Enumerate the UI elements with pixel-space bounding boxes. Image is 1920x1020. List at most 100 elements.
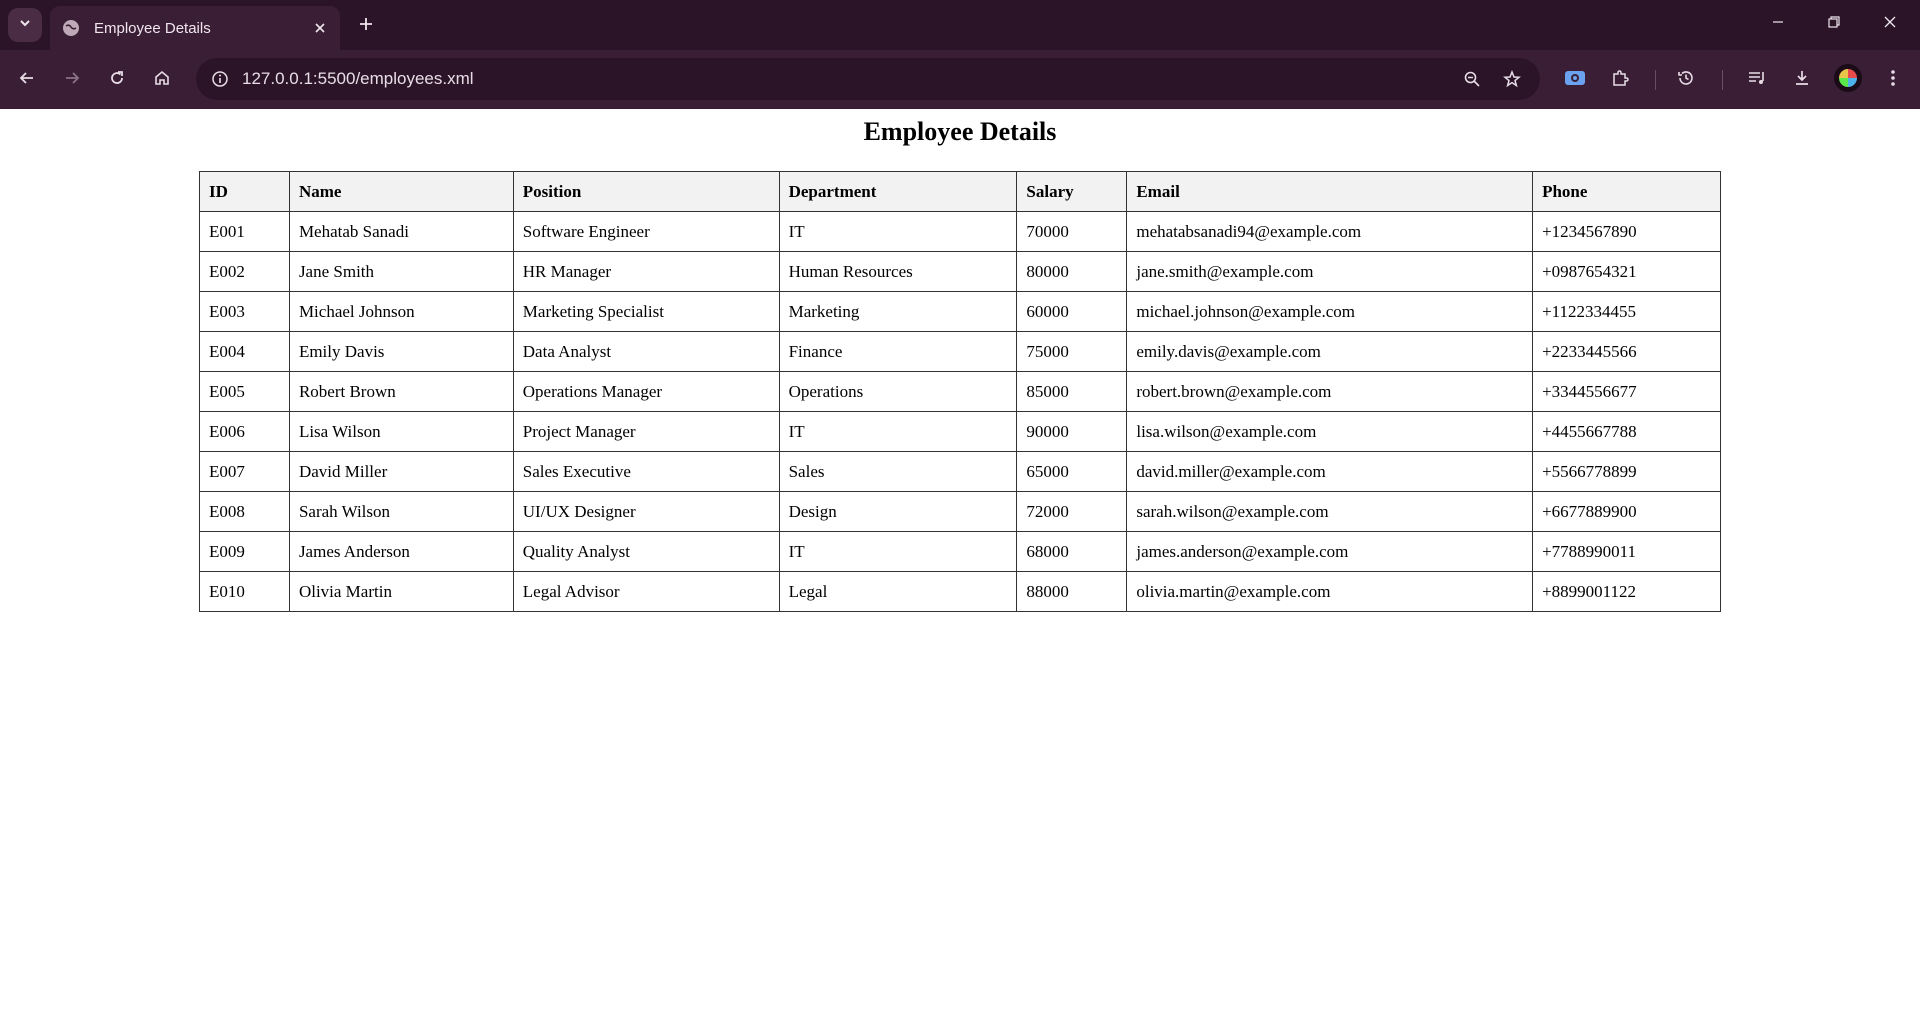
cell-salary: 60000 xyxy=(1016,291,1128,332)
cell-phone: +6677889900 xyxy=(1532,491,1721,532)
column-header-salary: Salary xyxy=(1016,171,1128,212)
cell-position: HR Manager xyxy=(512,251,780,292)
arrow-right-icon xyxy=(63,69,81,92)
tab-employee-details[interactable]: Employee Details xyxy=(50,6,340,50)
table-row: E005 Robert Brown Operations Manager Ope… xyxy=(199,371,1721,412)
cell-email: sarah.wilson@example.com xyxy=(1126,491,1534,532)
cell-salary: 68000 xyxy=(1016,531,1128,572)
menu-button[interactable] xyxy=(1876,63,1910,97)
history-icon xyxy=(1677,69,1695,92)
download-icon xyxy=(1793,69,1811,92)
cell-email: robert.brown@example.com xyxy=(1126,371,1534,412)
star-icon[interactable] xyxy=(1496,63,1528,95)
table-row: E010 Olivia Martin Legal Advisor Legal 8… xyxy=(199,571,1721,612)
table-row: E001 Mehatab Sanadi Software Engineer IT… xyxy=(199,211,1721,252)
cell-phone: +8899001122 xyxy=(1532,571,1721,612)
cell-phone: +5566778899 xyxy=(1532,451,1721,492)
puzzle-icon xyxy=(1611,69,1629,92)
column-header-id: ID xyxy=(199,171,290,212)
zoom-out-icon[interactable] xyxy=(1456,63,1488,95)
cell-phone: +0987654321 xyxy=(1532,251,1721,292)
camera-icon xyxy=(1564,69,1586,92)
cell-phone: +7788990011 xyxy=(1532,531,1721,572)
cell-position: Sales Executive xyxy=(512,451,780,492)
tab-strip: Employee Details xyxy=(0,0,1920,50)
cell-department: IT xyxy=(778,531,1018,572)
cell-department: IT xyxy=(778,211,1018,252)
screenshot-extension-button[interactable] xyxy=(1558,63,1592,97)
close-icon[interactable] xyxy=(306,14,334,42)
cell-phone: +2233445566 xyxy=(1532,331,1721,372)
cell-id: E007 xyxy=(199,451,290,492)
new-tab-button[interactable] xyxy=(350,10,382,42)
close-window-button[interactable] xyxy=(1862,0,1917,48)
cell-name: Emily Davis xyxy=(288,331,514,372)
cell-position: Quality Analyst xyxy=(512,531,780,572)
cell-department: Finance xyxy=(778,331,1018,372)
cell-position: Marketing Specialist xyxy=(512,291,780,332)
cell-salary: 65000 xyxy=(1016,451,1128,492)
cell-department: Marketing xyxy=(778,291,1018,332)
cell-id: E004 xyxy=(199,331,290,372)
history-button[interactable] xyxy=(1669,63,1703,97)
cell-salary: 72000 xyxy=(1016,491,1128,532)
table-row: E007 David Miller Sales Executive Sales … xyxy=(199,451,1721,492)
media-button[interactable] xyxy=(1740,63,1774,97)
column-header-department: Department xyxy=(778,171,1018,212)
minimize-button[interactable] xyxy=(1750,0,1805,48)
reload-icon xyxy=(108,69,126,92)
address-bar[interactable]: 127.0.0.1:5500/employees.xml xyxy=(196,58,1540,100)
toolbar-separator xyxy=(1655,70,1656,90)
cell-phone: +4455667788 xyxy=(1532,411,1721,452)
cell-salary: 70000 xyxy=(1016,211,1128,252)
table-header-row: ID Name Position Department Salary Email… xyxy=(199,171,1721,212)
restore-button[interactable] xyxy=(1806,0,1861,48)
profile-avatar[interactable] xyxy=(1834,64,1862,92)
cell-id: E002 xyxy=(199,251,290,292)
extensions-button[interactable] xyxy=(1603,63,1637,97)
cell-position: Legal Advisor xyxy=(512,571,780,612)
url-text[interactable]: 127.0.0.1:5500/employees.xml xyxy=(242,69,474,89)
reload-button[interactable] xyxy=(100,63,134,97)
cell-salary: 90000 xyxy=(1016,411,1128,452)
cell-position: Data Analyst xyxy=(512,331,780,372)
info-icon[interactable] xyxy=(204,63,236,95)
cell-phone: +1122334455 xyxy=(1532,291,1721,332)
column-header-phone: Phone xyxy=(1532,171,1721,212)
cell-name: James Anderson xyxy=(288,531,514,572)
cell-phone: +3344556677 xyxy=(1532,371,1721,412)
cell-email: mehatabsanadi94@example.com xyxy=(1126,211,1534,252)
media-queue-icon xyxy=(1747,69,1767,92)
cell-id: E003 xyxy=(199,291,290,332)
cell-email: olivia.martin@example.com xyxy=(1126,571,1534,612)
cell-email: james.anderson@example.com xyxy=(1126,531,1534,572)
cell-email: emily.davis@example.com xyxy=(1126,331,1534,372)
cell-id: E008 xyxy=(199,491,290,532)
column-header-email: Email xyxy=(1126,171,1534,212)
cell-name: David Miller xyxy=(288,451,514,492)
cell-salary: 85000 xyxy=(1016,371,1128,412)
table-row: E003 Michael Johnson Marketing Specialis… xyxy=(199,291,1721,332)
toolbar: 127.0.0.1:5500/employees.xml xyxy=(0,50,1920,109)
table-row: E002 Jane Smith HR Manager Human Resourc… xyxy=(199,251,1721,292)
table-row: E009 James Anderson Quality Analyst IT 6… xyxy=(199,531,1721,572)
restore-icon xyxy=(1827,15,1841,34)
home-icon xyxy=(153,69,171,92)
cell-id: E010 xyxy=(199,571,290,612)
forward-button[interactable] xyxy=(55,63,89,97)
home-button[interactable] xyxy=(145,63,179,97)
cell-name: Mehatab Sanadi xyxy=(288,211,514,252)
cell-name: Sarah Wilson xyxy=(288,491,514,532)
cell-id: E009 xyxy=(199,531,290,572)
cell-email: jane.smith@example.com xyxy=(1126,251,1534,292)
back-button[interactable] xyxy=(10,63,44,97)
close-icon xyxy=(1883,15,1897,34)
downloads-button[interactable] xyxy=(1785,63,1819,97)
cell-id: E006 xyxy=(199,411,290,452)
cell-department: Sales xyxy=(778,451,1018,492)
column-header-name: Name xyxy=(288,171,514,212)
cell-salary: 80000 xyxy=(1016,251,1128,292)
cell-name: Olivia Martin xyxy=(288,571,514,612)
cell-id: E001 xyxy=(199,211,290,252)
tab-search-button[interactable] xyxy=(8,8,42,42)
